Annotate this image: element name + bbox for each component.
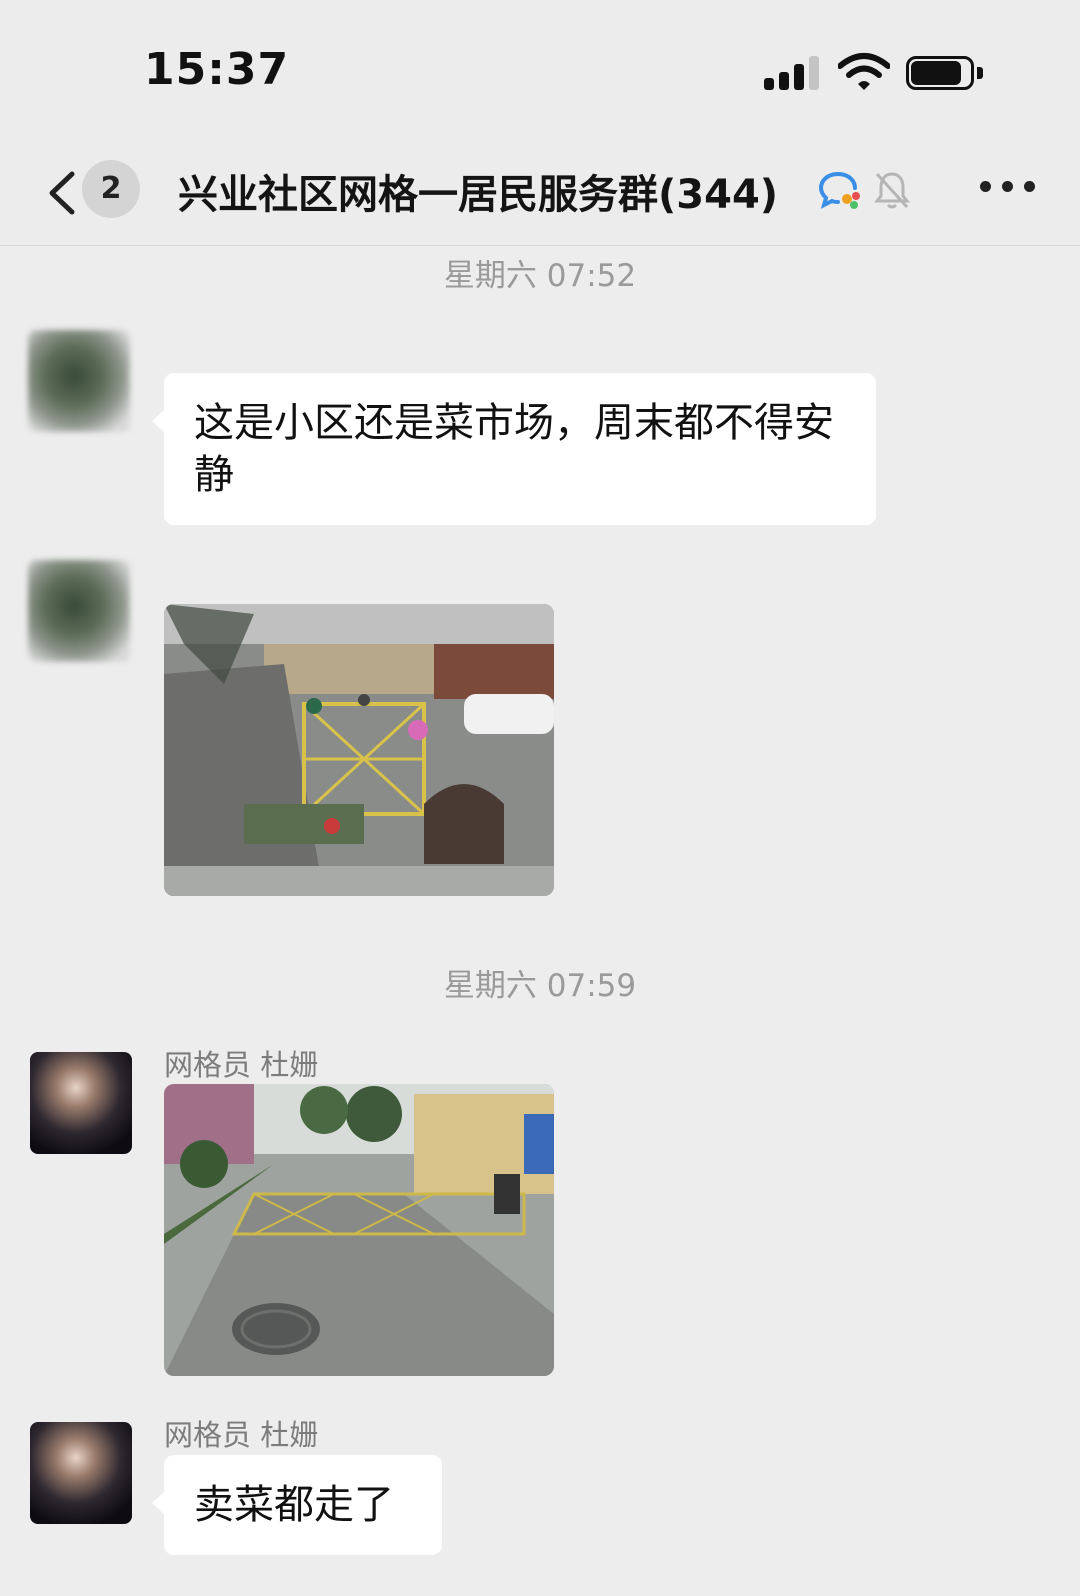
sender-avatar[interactable] — [28, 330, 130, 432]
back-button[interactable]: 2 — [28, 158, 158, 228]
message-timestamp: 星期六 07:59 — [443, 968, 637, 1004]
message-bubble[interactable]: 卖菜都走了 — [152, 1455, 442, 1555]
wifi-icon — [838, 53, 890, 90]
sender-avatar[interactable] — [28, 560, 130, 662]
chat-title: 兴业社区网格一居民服务群(344) — [178, 172, 779, 218]
sender-name: 网格员 杜姗 — [164, 1048, 319, 1082]
status-bar: 15:37 — [0, 0, 1080, 140]
battery-icon — [906, 56, 984, 90]
image-message-street[interactable] — [164, 1084, 554, 1376]
sender-avatar[interactable] — [30, 1052, 132, 1154]
unread-count-badge: 2 — [82, 160, 140, 218]
chat-header: 2 兴业社区网格一居民服务群(344) — [0, 140, 1080, 246]
sender-name: 网格员 杜姗 — [164, 1418, 319, 1452]
cellular-signal-icon — [764, 56, 824, 90]
sender-avatar[interactable] — [30, 1422, 132, 1524]
mute-notification-icon — [874, 172, 910, 209]
message-bubble[interactable]: 这是小区还是菜市场，周末都不得安静 — [152, 373, 876, 525]
image-message-market[interactable] — [164, 604, 554, 896]
status-time: 15:37 — [144, 44, 290, 95]
chevron-left-icon — [49, 171, 75, 215]
message-timestamp: 星期六 07:52 — [443, 258, 637, 294]
more-options-button[interactable] — [980, 176, 1040, 196]
group-chat-icon — [818, 172, 860, 209]
